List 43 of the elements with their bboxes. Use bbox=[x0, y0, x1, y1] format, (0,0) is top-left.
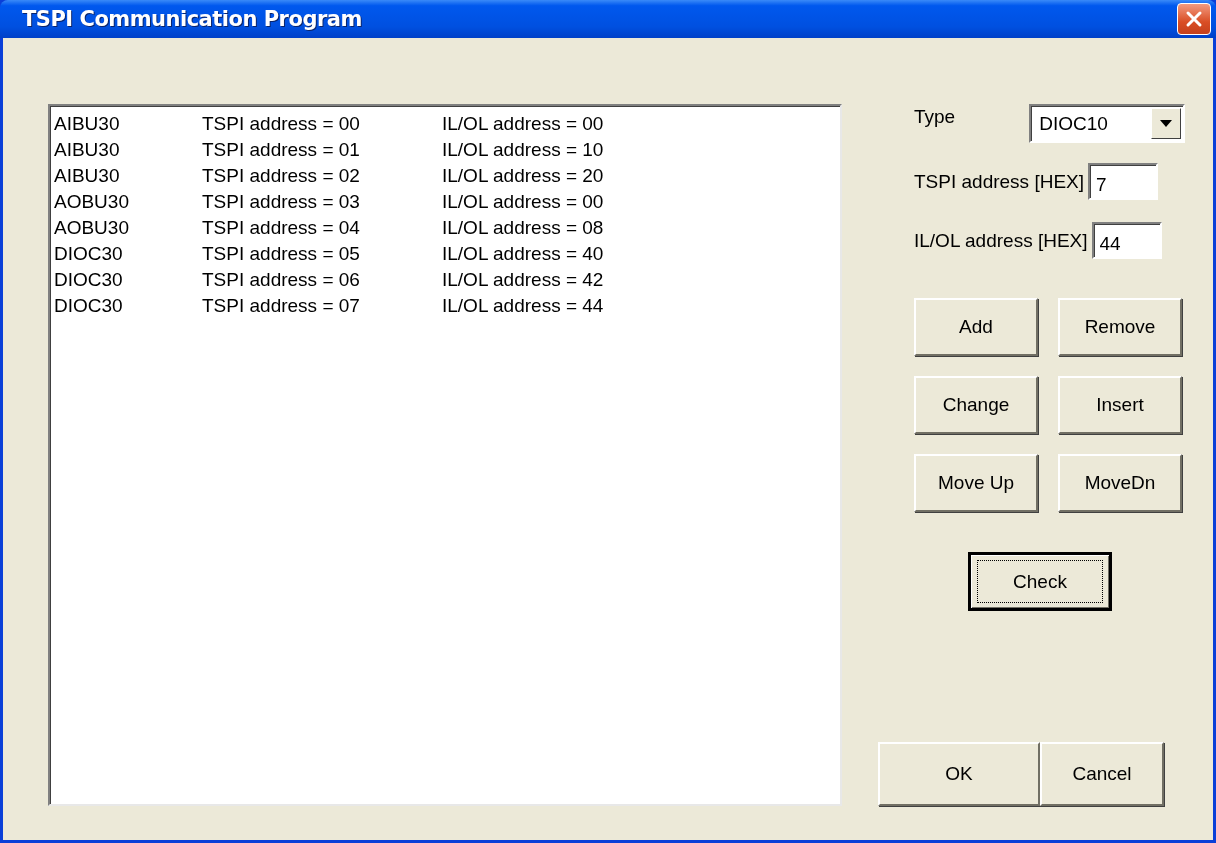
type-label: Type bbox=[914, 106, 956, 128]
ilol-address-field[interactable]: 44 bbox=[1091, 222, 1162, 259]
module-type: AIBU30 bbox=[54, 165, 121, 187]
ilol-address-label: IL/OL address [HEX] bbox=[914, 229, 1088, 252]
tspi-address-text: TSPI address = 06 bbox=[202, 269, 361, 291]
move-up-button[interactable]: Move Up bbox=[914, 454, 1038, 512]
insert-button[interactable]: Insert bbox=[1058, 376, 1182, 434]
tspi-address-field[interactable]: 7 bbox=[1088, 163, 1158, 200]
module-type: AOBU30 bbox=[54, 191, 130, 213]
type-dropdown[interactable]: DIOC10 bbox=[1029, 104, 1185, 143]
add-button[interactable]: Add bbox=[914, 298, 1038, 356]
module-type: AIBU30 bbox=[54, 113, 121, 135]
ok-button[interactable]: OK bbox=[878, 742, 1040, 806]
caret-icon bbox=[1159, 119, 1173, 128]
cancel-button[interactable]: Cancel bbox=[1040, 742, 1164, 806]
ilol-address-text: IL/OL address = 40 bbox=[442, 243, 604, 265]
ilol-address-text: IL/OL address = 10 bbox=[442, 139, 604, 161]
tspi-address-text: TSPI address = 02 bbox=[202, 165, 361, 187]
tspi-address-text: TSPI address = 01 bbox=[202, 139, 361, 161]
module-type: DIOC30 bbox=[54, 269, 124, 291]
close-button[interactable] bbox=[1177, 3, 1211, 35]
ilol-address-text: IL/OL address = 20 bbox=[442, 165, 604, 187]
remove-button[interactable]: Remove bbox=[1058, 298, 1182, 356]
module-type: AOBU30 bbox=[54, 217, 130, 239]
module-type: DIOC30 bbox=[54, 295, 124, 317]
move-down-button[interactable]: MoveDn bbox=[1058, 454, 1182, 512]
tspi-address-text: TSPI address = 04 bbox=[202, 217, 361, 239]
change-button[interactable]: Change bbox=[914, 376, 1038, 434]
tspi-address-text: TSPI address = 03 bbox=[202, 191, 361, 213]
window-title: TSPI Communication Program bbox=[22, 7, 362, 31]
module-list[interactable] bbox=[48, 104, 842, 806]
tspi-address-text: TSPI address = 07 bbox=[202, 295, 361, 317]
ilol-address-text: IL/OL address = 00 bbox=[442, 113, 604, 135]
tspi-address-text: TSPI address = 00 bbox=[202, 113, 361, 135]
check-button[interactable]: Check bbox=[968, 552, 1112, 611]
ilol-address-text: IL/OL address = 42 bbox=[442, 269, 604, 291]
ilol-address-text: IL/OL address = 00 bbox=[442, 191, 604, 213]
module-type: AIBU30 bbox=[54, 139, 121, 161]
module-type: DIOC30 bbox=[54, 243, 124, 265]
tspi-address-label: TSPI address [HEX] bbox=[914, 170, 1084, 193]
ilol-address-text: IL/OL address = 44 bbox=[442, 295, 604, 317]
ilol-address-text: IL/OL address = 08 bbox=[442, 217, 604, 239]
tspi-address-text: TSPI address = 05 bbox=[202, 243, 361, 265]
